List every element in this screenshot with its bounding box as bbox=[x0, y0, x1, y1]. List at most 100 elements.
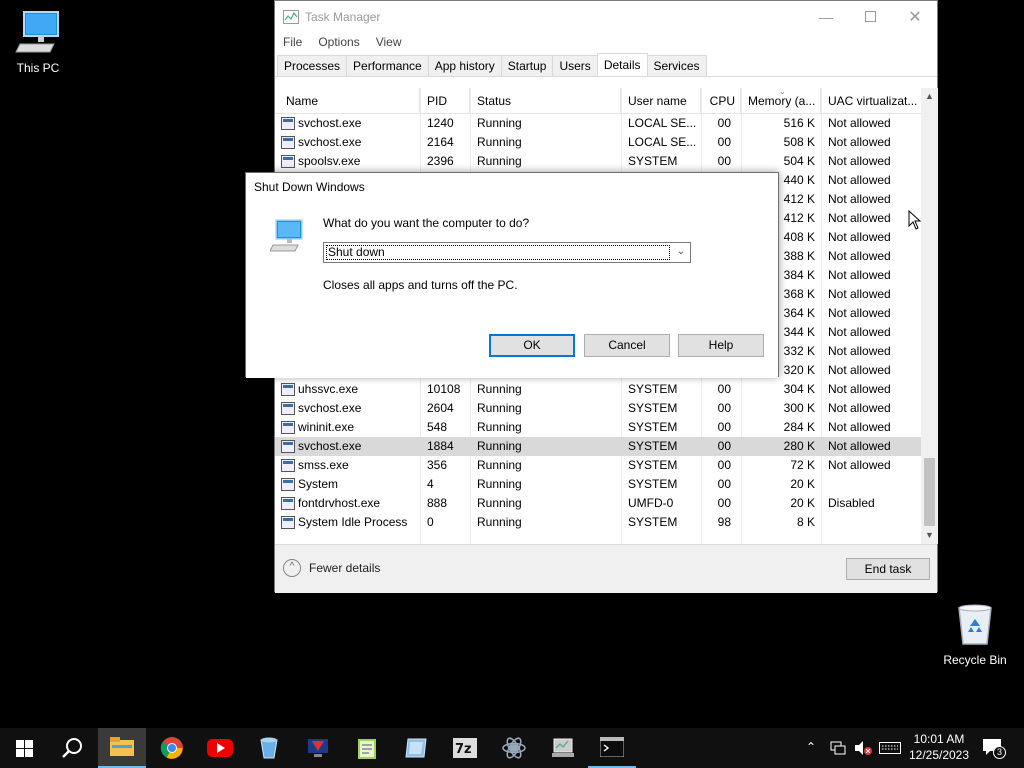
vertical-scrollbar[interactable]: ▲ ▼ bbox=[921, 88, 938, 544]
cell-user-name: LOCAL SE... bbox=[628, 116, 697, 130]
taskbar-terminal[interactable] bbox=[588, 728, 636, 768]
table-row[interactable]: svchost.exe 1240 Running LOCAL SE... 00 516 K… bbox=[275, 114, 923, 133]
notification-center-button[interactable]: 3 bbox=[982, 738, 1006, 760]
volume-muted-icon[interactable] bbox=[854, 740, 872, 756]
recycle-bin-shortcut[interactable]: Recycle Bin bbox=[937, 602, 1013, 667]
taskbar-app-5[interactable] bbox=[539, 728, 587, 768]
terminal-icon bbox=[600, 737, 624, 757]
taskbar-chrome[interactable] bbox=[148, 728, 196, 768]
cell-uac bbox=[828, 475, 921, 494]
taskbar-7zip[interactable]: 7z bbox=[441, 728, 489, 768]
minimize-button[interactable]: — bbox=[803, 1, 849, 32]
cell-memory: 20 K bbox=[790, 477, 815, 491]
task-manager-icon bbox=[283, 9, 299, 24]
column-header-cpu[interactable]: CPU bbox=[702, 88, 741, 114]
taskbar-app-2[interactable] bbox=[294, 728, 342, 768]
column-header-uac[interactable]: UAC virtualizat... bbox=[822, 88, 921, 114]
help-button[interactable]: Help bbox=[678, 334, 764, 357]
taskbar-app-4[interactable] bbox=[490, 728, 538, 768]
tab-startup[interactable]: Startup bbox=[500, 55, 554, 76]
start-icon bbox=[15, 739, 33, 757]
network-icon[interactable] bbox=[830, 740, 846, 756]
cancel-button[interactable]: Cancel bbox=[584, 334, 670, 357]
chevron-down-icon[interactable]: ⌄ bbox=[672, 243, 690, 262]
cell-uac: Not allowed bbox=[828, 344, 891, 358]
table-row[interactable]: fontdrvhost.exe 888 Running UMFD-0 00 20 K Dis… bbox=[275, 494, 923, 513]
start-button[interactable] bbox=[0, 728, 48, 768]
cell-cpu: 00 bbox=[717, 382, 731, 396]
tab-services[interactable]: Services bbox=[646, 55, 707, 76]
scroll-up-icon[interactable]: ▲ bbox=[921, 88, 938, 105]
app-icon bbox=[552, 738, 574, 757]
tab-performance[interactable]: Performance bbox=[346, 55, 429, 76]
table-row[interactable]: svchost.exe 2164 Running LOCAL SE... 00 508 K… bbox=[275, 133, 923, 152]
search-button[interactable] bbox=[48, 728, 96, 768]
cell-user-name: SYSTEM bbox=[628, 154, 678, 168]
table-row[interactable]: System 4 Running SYSTEM 00 20 K bbox=[275, 475, 923, 494]
menu-view[interactable]: View bbox=[368, 32, 410, 52]
cell-uac: Not allowed bbox=[828, 306, 891, 320]
table-row[interactable]: uhssvc.exe 10108 Running SYSTEM 00 304 K Not a… bbox=[275, 380, 923, 399]
table-row[interactable]: svchost.exe 2604 Running SYSTEM 00 300 K Not a… bbox=[275, 399, 923, 418]
shutdown-dialog: Shut Down Windows What do you want the c… bbox=[245, 172, 779, 378]
shutdown-question: What do you want the computer to do? bbox=[323, 216, 530, 230]
process-icon bbox=[281, 136, 295, 149]
column-header-name[interactable]: Name bbox=[280, 88, 420, 114]
maximize-button[interactable] bbox=[847, 1, 893, 32]
end-task-button[interactable]: End task bbox=[846, 558, 930, 580]
taskbar-app-3[interactable] bbox=[392, 728, 440, 768]
table-row[interactable]: smss.exe 356 Running SYSTEM 00 72 K Not allowe… bbox=[275, 456, 923, 475]
cell-uac: Not allowed bbox=[828, 268, 891, 282]
table-row[interactable]: System Idle Process 0 Running SYSTEM 98 8 K bbox=[275, 513, 923, 532]
cell-name: svchost.exe bbox=[298, 116, 362, 130]
table-row[interactable]: wininit.exe 548 Running SYSTEM 00 284 K Not al… bbox=[275, 418, 923, 437]
shutdown-option-select[interactable]: Shut down ⌄ bbox=[323, 242, 691, 263]
cell-cpu: 00 bbox=[717, 477, 731, 491]
cell-user-name: SYSTEM bbox=[628, 420, 678, 434]
cell-user-name: SYSTEM bbox=[628, 515, 678, 529]
taskbar-youtube[interactable] bbox=[196, 728, 244, 768]
column-header-user-name[interactable]: User name bbox=[622, 88, 701, 114]
youtube-icon bbox=[207, 739, 233, 757]
this-pc-label: This PC bbox=[16, 61, 60, 75]
show-hidden-icons-button[interactable]: ⌃ bbox=[806, 740, 816, 754]
cell-cpu: 00 bbox=[717, 439, 731, 453]
cell-user-name: SYSTEM bbox=[628, 401, 678, 415]
cell-pid: 10108 bbox=[427, 382, 461, 396]
fewer-details-label: Fewer details bbox=[309, 561, 381, 575]
column-header-pid[interactable]: PID bbox=[421, 88, 470, 114]
chevron-up-icon: ⌃ bbox=[806, 740, 817, 754]
menu-file[interactable]: File bbox=[275, 32, 310, 52]
fewer-details-button[interactable]: ^ Fewer details bbox=[283, 559, 380, 577]
recycle-bin-label: Recycle Bin bbox=[943, 653, 1007, 667]
computer-icon bbox=[270, 219, 303, 252]
tab-users[interactable]: Users bbox=[552, 55, 598, 76]
process-icon bbox=[281, 459, 295, 472]
tab-details[interactable]: Details bbox=[596, 53, 648, 76]
ok-button[interactable]: OK bbox=[489, 334, 575, 357]
column-header-status[interactable]: Status bbox=[471, 88, 621, 114]
sort-descending-icon: ⌄ bbox=[779, 88, 786, 96]
close-button[interactable]: ✕ bbox=[892, 1, 938, 32]
table-row[interactable]: spoolsv.exe 2396 Running SYSTEM 00 504 K Not a… bbox=[275, 152, 923, 171]
shutdown-dialog-title[interactable]: Shut Down Windows bbox=[246, 173, 778, 202]
shutdown-option-description: Closes all apps and turns off the PC. bbox=[323, 278, 518, 292]
tab-app-history[interactable]: App history bbox=[427, 55, 502, 76]
cell-status: Running bbox=[477, 477, 522, 491]
this-pc-shortcut[interactable]: This PC bbox=[0, 8, 76, 75]
cell-status: Running bbox=[477, 458, 522, 472]
table-row[interactable]: svchost.exe 1884 Running SYSTEM 00 280 K Not a… bbox=[275, 437, 923, 456]
taskbar-notepad[interactable] bbox=[343, 728, 391, 768]
cell-uac bbox=[828, 513, 921, 532]
taskbar-app-1[interactable] bbox=[245, 728, 293, 768]
tab-processes[interactable]: Processes bbox=[277, 55, 348, 76]
shutdown-option-value: Shut down bbox=[326, 245, 670, 260]
scroll-thumb[interactable] bbox=[924, 458, 935, 526]
menu-options[interactable]: Options bbox=[310, 32, 367, 52]
taskbar-file-explorer[interactable] bbox=[98, 728, 146, 768]
cell-memory: 8 K bbox=[796, 515, 815, 529]
scroll-down-icon[interactable]: ▼ bbox=[921, 527, 938, 544]
keyboard-icon[interactable] bbox=[879, 742, 901, 754]
notification-count-badge: 3 bbox=[993, 746, 1006, 759]
clock[interactable]: 10:01 AM 12/25/2023 bbox=[905, 731, 973, 763]
